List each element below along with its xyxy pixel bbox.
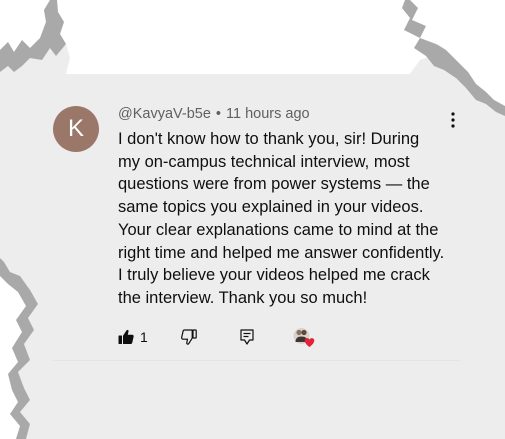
creator-heart-badge (292, 326, 318, 348)
more-options-button[interactable] (444, 110, 462, 130)
thumbs-down-outline-icon (181, 329, 197, 345)
reply-comment-icon (240, 329, 254, 345)
comment-line: right time and helped me answer confiden… (118, 243, 445, 262)
thumbs-up-filled-icon (118, 329, 134, 344)
comment-line: I truly believe your videos helped me cr… (118, 266, 430, 285)
like-count: 1 (140, 329, 148, 345)
comment-card: K @KavyaV-b5e • 11 hours ago I don't know … (0, 0, 505, 439)
comment-text: I don't know how to thank you, sir! Duri… (118, 128, 463, 310)
comment-divider (53, 360, 461, 361)
author-handle[interactable]: @KavyaV-b5e (118, 106, 211, 122)
like-button[interactable]: 1 (118, 326, 148, 348)
vertical-ellipsis-icon (451, 112, 455, 128)
avatar[interactable]: K (53, 106, 99, 152)
creator-heart-badge-icon (293, 328, 315, 347)
comment-timestamp[interactable]: 11 hours ago (226, 106, 310, 122)
comment-line: same topics you explained in your videos… (118, 198, 424, 217)
comment-line: my on-campus technical interview, most (118, 152, 410, 171)
meta-separator: • (215, 106, 221, 122)
dislike-button[interactable] (181, 326, 197, 348)
comment-line: the interview. Thank you so much! (118, 288, 368, 307)
comment-line: questions were from power systems — the (118, 175, 430, 194)
comment-line: Your clear explanations came to mind at … (118, 220, 439, 239)
reply-button[interactable] (240, 326, 254, 348)
comment-line: I don't know how to thank you, sir! Duri… (118, 130, 420, 148)
comment-header: @KavyaV-b5e • 11 hours ago (118, 106, 310, 122)
